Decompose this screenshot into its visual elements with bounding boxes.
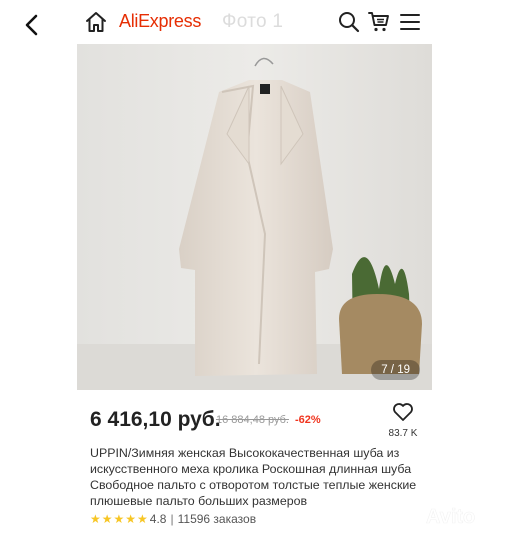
product-photo [77,44,432,390]
search-icon [339,12,360,33]
discount-badge: -62% [295,414,321,426]
wishlist-button[interactable]: 83.7 K [386,402,420,439]
home-icon [86,12,106,32]
app-bar: AliExpress Фото 1 [76,0,432,44]
aliexpress-logo[interactable]: AliExpress [119,11,201,32]
rating-row: ★★★★★ 4.8 | 11596 заказов [90,512,256,526]
rating-stars: ★★★★★ [90,512,149,526]
back-button[interactable] [14,10,50,40]
product-image-gallery[interactable]: 7 / 19 [77,44,432,390]
avito-logo-icon: Avito [400,505,476,528]
app-screen: AliExpress Фото 1 7 / 19 6 416,10 руб. 1… [76,0,432,540]
orders-count: 11596 заказов [177,512,257,526]
avito-watermark: Avito [398,500,498,530]
product-info: 6 416,10 руб. 16 884,48 руб. -62% 83.7 K… [76,390,432,540]
separator: | [170,512,174,526]
menu-icon [400,14,420,30]
wishlist-count: 83.7 K [388,428,418,439]
home-button[interactable] [84,10,108,34]
chevron-left-icon [25,14,38,36]
rating-value: 4.8 [149,512,167,526]
product-title: UPPIN/Зимняя женская Высококачественная … [90,446,417,508]
cart-button[interactable] [367,10,391,34]
search-button[interactable] [337,10,361,34]
heart-icon [393,403,413,421]
menu-button[interactable] [398,10,422,34]
photo-title: Фото 1 [222,11,284,32]
cart-icon [368,12,389,32]
old-price: 16 884,48 руб. [216,414,289,426]
image-counter: 7 / 19 [371,360,420,380]
current-price: 6 416,10 руб. [90,408,221,431]
svg-text:Avito: Avito [426,506,475,528]
